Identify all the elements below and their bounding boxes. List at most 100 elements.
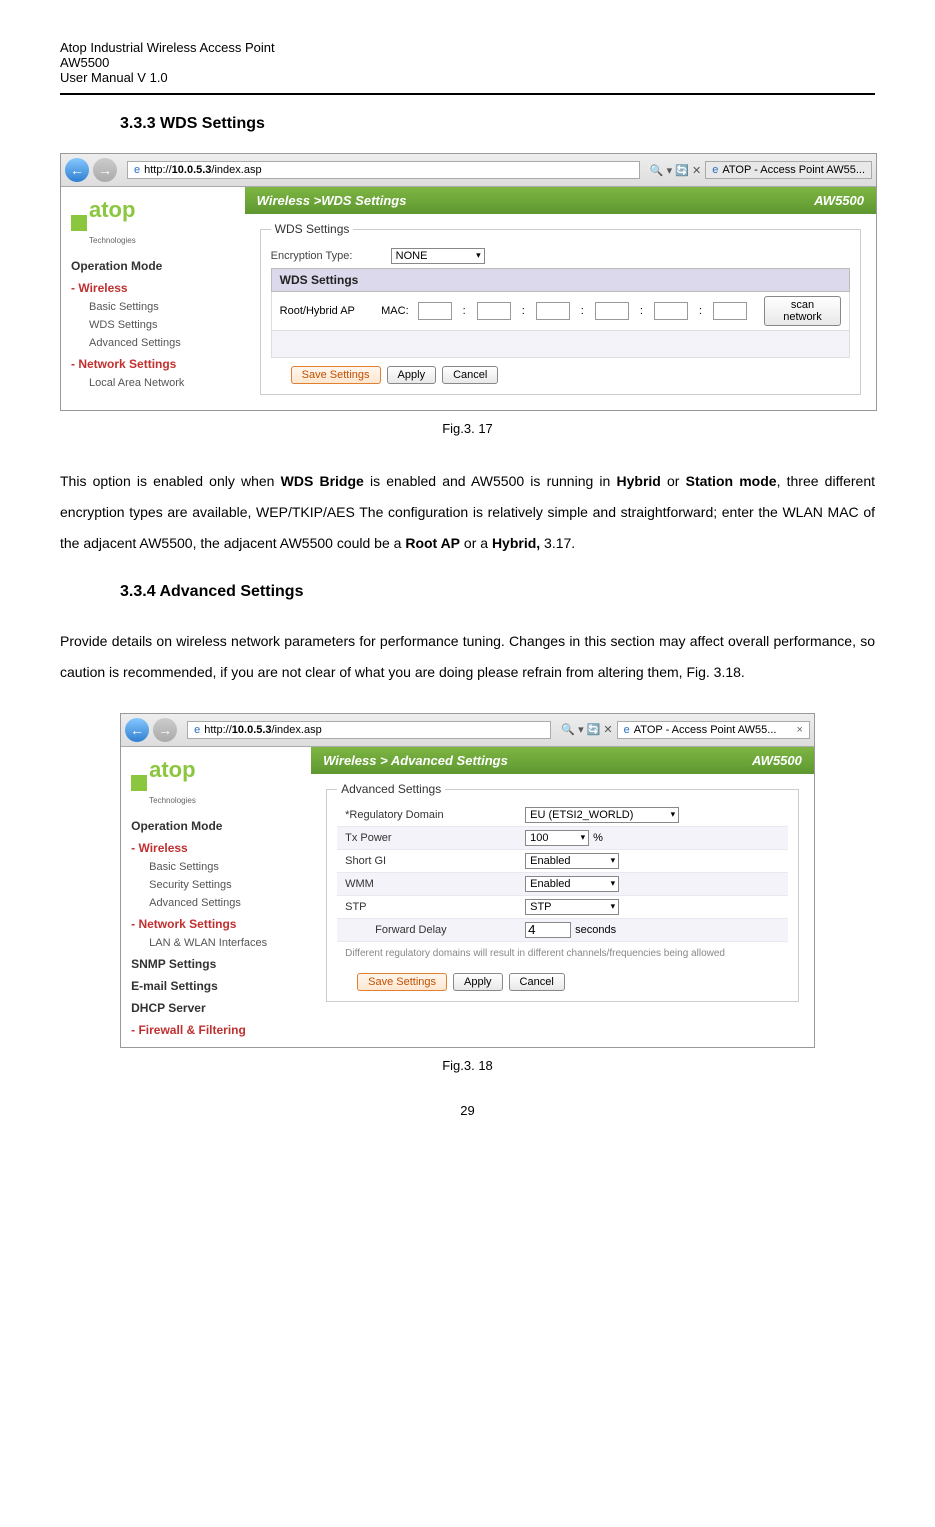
save-button[interactable]: Save Settings (291, 366, 381, 384)
tab-label: ATOP - Access Point AW55... (722, 164, 865, 176)
button-row: Save Settings Apply Cancel (291, 366, 850, 384)
apply-button[interactable]: Apply (387, 366, 437, 384)
sidebar: atop Technologies Operation Mode - Wirel… (61, 187, 245, 410)
content-area: Wireless > Advanced Settings AW5500 Adva… (311, 747, 814, 1047)
forward-button[interactable]: → (153, 718, 177, 742)
cancel-button[interactable]: Cancel (509, 973, 565, 991)
url-host: 10.0.5.3 (232, 724, 272, 736)
stp-label: STP (345, 901, 525, 913)
mac-input-1[interactable] (418, 302, 452, 320)
nav-network-settings[interactable]: - Network Settings (131, 917, 301, 931)
regulatory-row: *Regulatory Domain EU (ETSI2_WORLD) (337, 804, 788, 827)
back-button[interactable]: ← (65, 158, 89, 182)
txpower-row: Tx Power 100 % (337, 827, 788, 850)
sidebar: atop Technologies Operation Mode - Wirel… (121, 747, 311, 1047)
mac-input-6[interactable] (713, 302, 747, 320)
regulatory-dropdown[interactable]: EU (ETSI2_WORLD) (525, 807, 679, 823)
close-tab-icon[interactable]: × (776, 724, 802, 736)
paragraph-advanced: Provide details on wireless network para… (60, 626, 875, 688)
ie-icon: e (624, 724, 630, 736)
forward-button[interactable]: → (93, 158, 117, 182)
nav-lan[interactable]: Local Area Network (89, 377, 235, 389)
fieldset-legend: WDS Settings (271, 222, 354, 236)
breadcrumb-text: Wireless >WDS Settings (257, 193, 407, 208)
stp-dropdown[interactable]: STP (525, 899, 619, 915)
nav-security-settings[interactable]: Security Settings (149, 879, 301, 891)
encryption-dropdown[interactable]: NONE (391, 248, 485, 264)
save-button[interactable]: Save Settings (357, 973, 447, 991)
mac-input-3[interactable] (536, 302, 570, 320)
shortgi-row: Short GI Enabled (337, 850, 788, 873)
mac-sep: : (463, 305, 466, 317)
nav-network-settings[interactable]: - Network Settings (71, 357, 235, 371)
url-path: /index.asp (272, 724, 322, 736)
nav-basic-settings[interactable]: Basic Settings (149, 861, 301, 873)
stp-row: STP STP (337, 896, 788, 919)
search-refresh-icons[interactable]: 🔍 ▾ 🔄 ✕ (561, 723, 612, 736)
ie-icon: e (712, 164, 718, 176)
screenshot-wds: ← → e http://10.0.5.3/index.asp 🔍 ▾ 🔄 ✕ … (60, 153, 877, 411)
url-prefix: http:// (204, 724, 232, 736)
ie-icon: e (134, 164, 140, 176)
page-header: Atop Industrial Wireless Access Point AW… (60, 40, 875, 95)
nav-wireless[interactable]: - Wireless (131, 841, 301, 855)
logo-icon (71, 215, 87, 231)
cancel-button[interactable]: Cancel (442, 366, 498, 384)
apply-button[interactable]: Apply (453, 973, 503, 991)
forward-delay-label: Forward Delay (345, 924, 525, 936)
wmm-dropdown[interactable]: Enabled (525, 876, 619, 892)
logo: atop Technologies (131, 757, 301, 809)
wds-fieldset: WDS Settings Encryption Type: NONE WDS S… (260, 229, 861, 395)
figure-caption-18: Fig.3. 18 (60, 1058, 875, 1073)
nav-basic-settings[interactable]: Basic Settings (89, 301, 235, 313)
regulatory-label: *Regulatory Domain (345, 809, 525, 821)
logo-text: atop (149, 757, 195, 782)
txpower-dropdown[interactable]: 100 (525, 830, 589, 846)
logo-icon (131, 775, 147, 791)
wds-table-row: Root/Hybrid AP MAC: : : : : : scan netwo… (271, 292, 850, 331)
nav-advanced-settings[interactable]: Advanced Settings (89, 337, 235, 349)
screenshot-advanced: ← → e http://10.0.5.3/index.asp 🔍 ▾ 🔄 ✕ … (120, 713, 815, 1048)
browser-toolbar: ← → e http://10.0.5.3/index.asp 🔍 ▾ 🔄 ✕ … (61, 154, 876, 187)
mac-input-2[interactable] (477, 302, 511, 320)
txpower-label: Tx Power (345, 832, 525, 844)
figure-caption-17: Fig.3. 17 (60, 421, 875, 436)
back-button[interactable]: ← (125, 718, 149, 742)
advanced-fieldset: Advanced Settings *Regulatory Domain EU … (326, 789, 799, 1002)
button-row: Save Settings Apply Cancel (357, 973, 788, 991)
nav-lan-wlan[interactable]: LAN & WLAN Interfaces (149, 937, 301, 949)
forward-delay-row: Forward Delay seconds (337, 919, 788, 942)
nav-wds-settings[interactable]: WDS Settings (89, 319, 235, 331)
nav-snmp[interactable]: SNMP Settings (131, 957, 301, 971)
app-body: atop Technologies Operation Mode - Wirel… (121, 747, 814, 1047)
url-host: 10.0.5.3 (172, 164, 212, 176)
breadcrumb-bar: Wireless > Advanced Settings AW5500 (311, 747, 814, 774)
mac-input-5[interactable] (654, 302, 688, 320)
browser-toolbar: ← → e http://10.0.5.3/index.asp 🔍 ▾ 🔄 ✕ … (121, 714, 814, 747)
shortgi-dropdown[interactable]: Enabled (525, 853, 619, 869)
nav-wireless[interactable]: - Wireless (71, 281, 235, 295)
header-line2: AW5500 (60, 55, 875, 70)
url-prefix: http:// (144, 164, 172, 176)
breadcrumb-text: Wireless > Advanced Settings (323, 753, 508, 768)
page-number: 29 (60, 1103, 875, 1118)
nav-dhcp[interactable]: DHCP Server (131, 1001, 301, 1015)
url-bar[interactable]: e http://10.0.5.3/index.asp (127, 161, 640, 179)
nav-email[interactable]: E-mail Settings (131, 979, 301, 993)
wmm-label: WMM (345, 878, 525, 890)
mac-input-4[interactable] (595, 302, 629, 320)
browser-tab[interactable]: e ATOP - Access Point AW55... (705, 161, 872, 179)
encryption-row: Encryption Type: NONE (271, 248, 850, 264)
nav-operation-mode[interactable]: Operation Mode (131, 819, 301, 833)
url-bar[interactable]: e http://10.0.5.3/index.asp (187, 721, 551, 739)
url-path: /index.asp (211, 164, 261, 176)
search-refresh-icons[interactable]: 🔍 ▾ 🔄 ✕ (650, 164, 701, 177)
forward-delay-input[interactable] (525, 922, 571, 938)
mac-sep: : (522, 305, 525, 317)
nav-firewall[interactable]: - Firewall & Filtering (131, 1023, 301, 1037)
scan-network-button[interactable]: scan network (764, 296, 841, 326)
browser-tab[interactable]: e ATOP - Access Point AW55... × (617, 721, 810, 739)
model-label: AW5500 (752, 753, 802, 768)
nav-operation-mode[interactable]: Operation Mode (71, 259, 235, 273)
nav-advanced-settings[interactable]: Advanced Settings (149, 897, 301, 909)
